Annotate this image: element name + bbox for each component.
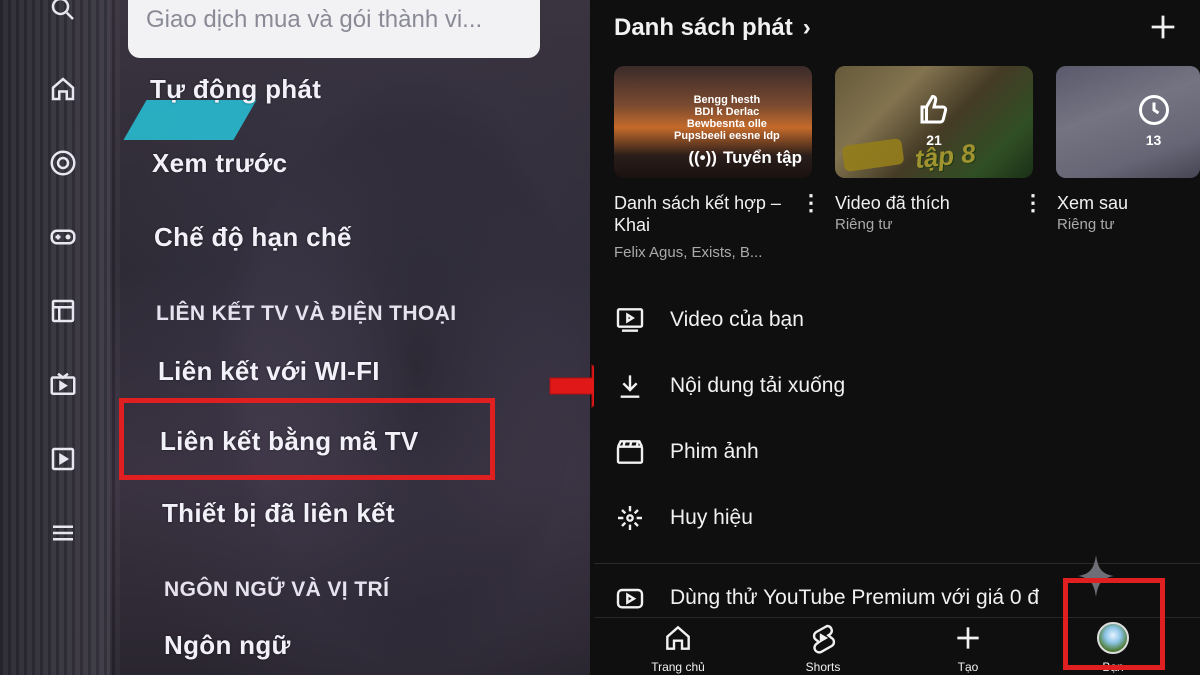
shorts-icon — [812, 624, 836, 654]
highlight-box-you-tab — [1063, 578, 1165, 670]
tv-section-language-location: NGÔN NGỮ VÀ VỊ TRÍ — [164, 578, 390, 601]
more-options-icon[interactable]: ⋮ — [1022, 192, 1044, 214]
tv-icon[interactable] — [48, 370, 78, 400]
menu-item-your-videos[interactable]: Video của bạn — [614, 300, 804, 340]
youtube-premium-icon — [616, 588, 644, 609]
playlist-subtitle-watch-later: Riêng tư — [1057, 216, 1115, 233]
playlists-header[interactable]: Danh sách phát › — [614, 14, 811, 42]
library-icon[interactable] — [48, 296, 78, 326]
nav-create[interactable]: Tạo — [908, 622, 1028, 674]
thumbs-up-icon — [920, 94, 948, 124]
playlists-title: Danh sách phát — [614, 14, 793, 41]
tv-side-rail — [38, 0, 86, 675]
tv-section-link-tv-phone: LIÊN KẾT TV VÀ ĐIỆN THOẠI — [156, 302, 457, 325]
playlist-thumbnail-mix[interactable]: Bengg hesth BDI k Derlac Bewbesnta olle Pup… — [614, 66, 812, 178]
plus-icon — [957, 627, 979, 649]
chevron-right-icon: › — [802, 14, 811, 41]
menu-label-downloads: Nội dung tải xuống — [670, 374, 846, 397]
download-icon — [620, 375, 640, 398]
playlist-title-mix[interactable]: Danh sách kết hợp – Khai — [614, 192, 784, 236]
tv-item-language[interactable]: Ngôn ngữ — [164, 630, 291, 661]
playlist-title-watch-later[interactable]: Xem sau — [1057, 192, 1197, 214]
thumbnail-lyrics-text: Bengg hesth BDI k Derlac Bewbesnta olle Pup… — [674, 94, 780, 142]
nav-shorts[interactable]: Shorts — [763, 622, 883, 674]
broadcast-icon: ((•)) — [688, 148, 717, 167]
badge-sparkle-icon — [618, 506, 642, 530]
tv-screen-photo: Giao dịch mua và gói thành vi... Tự động… — [0, 0, 590, 675]
clock-icon — [1138, 95, 1169, 125]
tv-item-preview[interactable]: Xem trước — [152, 148, 287, 179]
subscriptions-icon[interactable] — [48, 148, 78, 178]
menu-item-badges[interactable]: Huy hiệu — [614, 498, 753, 538]
home-icon[interactable] — [48, 74, 78, 104]
playlist-icon[interactable] — [48, 444, 78, 474]
nav-label-create: Tạo — [957, 660, 979, 674]
menu-item-movies[interactable]: Phim ảnh — [614, 432, 759, 472]
your-videos-icon — [616, 308, 644, 332]
tv-item-link-wifi[interactable]: Liên kết với WI-FI — [158, 356, 380, 387]
nav-label-home: Trang chủ — [651, 660, 705, 674]
mix-badge-label: Tuyển tập — [722, 148, 802, 167]
tv-item-restricted-mode[interactable]: Chế độ hạn chế — [154, 222, 352, 253]
highlight-box-link-tv-code — [119, 398, 495, 480]
home-icon — [666, 625, 690, 650]
playlist-subtitle-mix: Felix Agus, Exists, B... — [614, 244, 763, 261]
menu-label-badges: Huy hiệu — [670, 506, 753, 529]
add-playlist-button[interactable] — [1146, 10, 1180, 44]
playlist-thumbnail-watch-later[interactable]: 13 — [1056, 66, 1200, 178]
gaming-icon[interactable] — [48, 222, 78, 252]
playlist-thumbnail-liked[interactable]: tập 8 21 — [835, 66, 1033, 178]
menu-label-your-videos: Video của bạn — [670, 308, 804, 331]
cyan-highlight-shape — [123, 100, 257, 140]
clapperboard-icon — [616, 440, 644, 464]
tv-item-linked-devices[interactable]: Thiết bị đã liên kết — [162, 498, 395, 529]
search-icon[interactable] — [48, 0, 78, 24]
mix-badge: ((•)) Tuyển tập — [688, 148, 802, 168]
nav-label-shorts: Shorts — [805, 660, 841, 674]
nav-home[interactable]: Trang chủ — [618, 622, 738, 674]
tv-search-box[interactable]: Giao dịch mua và gói thành vi... — [128, 0, 540, 58]
tv-item-autoplay[interactable]: Tự động phát — [150, 74, 321, 105]
liked-count: 21 — [926, 132, 942, 148]
menu-item-downloads[interactable]: Nội dung tải xuống — [614, 366, 845, 406]
plus-icon — [1151, 15, 1175, 39]
more-options-icon[interactable]: ⋮ — [800, 192, 822, 214]
menu-label-movies: Phim ảnh — [670, 440, 759, 463]
watch-later-count: 13 — [1145, 132, 1162, 148]
premium-trial-text: Dùng thử YouTube Premium với giá 0 đ — [670, 586, 1040, 609]
playlist-title-liked[interactable]: Video đã thích — [835, 192, 1005, 214]
playlist-subtitle-liked: Riêng tư — [835, 216, 893, 233]
tv-search-text: Giao dịch mua và gói thành vi... — [146, 6, 483, 33]
menu-icon[interactable] — [48, 518, 78, 548]
menu-item-premium-trial[interactable]: Dùng thử YouTube Premium với giá 0 đ — [614, 582, 1039, 614]
